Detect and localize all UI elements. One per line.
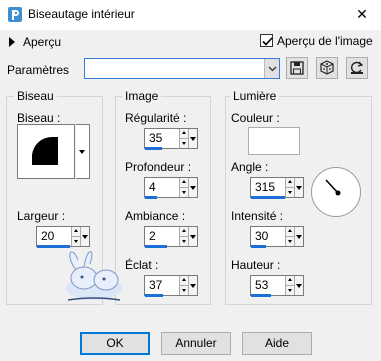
bevel-shape-label: Biseau : (17, 111, 61, 125)
decrement-arrow-icon[interactable] (286, 187, 294, 197)
increment-arrow-icon[interactable] (180, 276, 188, 285)
ambience-dropdown-icon[interactable] (188, 227, 197, 246)
increment-arrow-icon[interactable] (286, 178, 294, 187)
shine-dropdown-icon[interactable] (188, 276, 197, 295)
bevel-group-title: Biseau (14, 89, 57, 103)
ok-button[interactable]: OK (80, 332, 150, 355)
depth-value[interactable]: 4 (145, 178, 179, 197)
params-label: Paramètres (7, 63, 70, 77)
image-group-title: Image (122, 89, 162, 103)
ambience-stepper[interactable] (179, 227, 188, 246)
watermark-bunny-image (54, 240, 134, 308)
depth-spinbox[interactable]: 4 (144, 177, 198, 198)
image-preview-checkbox[interactable]: Aperçu de l'image (260, 34, 373, 48)
combo-dropdown-button[interactable] (264, 59, 279, 78)
increment-arrow-icon[interactable] (180, 178, 188, 187)
intensity-dropdown-icon[interactable] (294, 227, 303, 246)
decrement-arrow-icon[interactable] (286, 236, 294, 246)
shine-spinbox[interactable]: 37 (144, 275, 198, 296)
shine-slider-bar[interactable] (145, 294, 163, 297)
smoothness-slider-bar[interactable] (145, 147, 162, 150)
reset-icon (351, 61, 364, 74)
smoothness-spinbox[interactable]: 35 (144, 128, 198, 149)
expand-arrow-icon (9, 37, 15, 47)
chevron-down-icon (268, 66, 277, 72)
decrement-arrow-icon[interactable] (180, 285, 188, 295)
color-label: Couleur : (231, 111, 280, 125)
reset-button[interactable] (346, 57, 368, 79)
cancel-button[interactable]: Annuler (161, 332, 231, 355)
checkbox-label: Aperçu de l'image (277, 34, 373, 48)
presets-combo[interactable] (84, 58, 280, 79)
shine-stepper[interactable] (179, 276, 188, 295)
bevel-shape-preview[interactable] (17, 124, 75, 179)
decrement-arrow-icon[interactable] (286, 285, 294, 295)
elevation-slider-bar[interactable] (251, 294, 271, 297)
angle-dial-needle-icon (325, 179, 341, 196)
ambience-slider-bar[interactable] (145, 245, 167, 248)
dropdown-arrow-icon (79, 150, 85, 154)
depth-label: Profondeur : (125, 160, 192, 174)
smoothness-value[interactable]: 35 (145, 129, 179, 148)
bevel-quarter-circle-icon (32, 136, 58, 165)
ambience-spinbox[interactable]: 2 (144, 226, 198, 247)
shine-value[interactable]: 37 (145, 276, 179, 295)
window-title: Biseautage intérieur (28, 7, 135, 21)
increment-arrow-icon[interactable] (180, 129, 188, 138)
checkbox-box[interactable] (260, 34, 273, 47)
elevation-dropdown-icon[interactable] (294, 276, 303, 295)
random-dice-icon (320, 60, 334, 75)
preview-toggle-label: Aperçu (23, 35, 62, 49)
light-group-title: Lumière (230, 89, 280, 103)
ambience-label: Ambiance : (125, 209, 186, 223)
ambience-value[interactable]: 2 (145, 227, 179, 246)
angle-value[interactable]: 315 (251, 178, 285, 197)
intensity-label: Intensité : (231, 209, 284, 223)
elevation-label: Hauteur : (231, 258, 281, 272)
intensity-spinbox[interactable]: 30 (250, 226, 304, 247)
app-logo-icon (7, 6, 23, 23)
angle-stepper[interactable] (285, 178, 294, 197)
checkmark-icon (262, 37, 273, 46)
elevation-spinbox[interactable]: 53 (250, 275, 304, 296)
increment-arrow-icon[interactable] (72, 227, 80, 236)
intensity-value[interactable]: 30 (251, 227, 285, 246)
intensity-slider-bar[interactable] (251, 245, 266, 248)
smoothness-dropdown-icon[interactable] (188, 129, 197, 148)
save-preset-icon (290, 61, 304, 75)
angle-label: Angle : (231, 160, 269, 174)
decrement-arrow-icon[interactable] (180, 138, 188, 148)
help-button[interactable]: Aide (242, 332, 312, 355)
angle-dropdown-icon[interactable] (294, 178, 303, 197)
preview-toggle[interactable]: Aperçu (9, 35, 61, 49)
bevel-shape-dropdown[interactable] (76, 124, 90, 179)
increment-arrow-icon[interactable] (180, 227, 188, 236)
depth-stepper[interactable] (179, 178, 188, 197)
elevation-value[interactable]: 53 (251, 276, 285, 295)
decrement-arrow-icon[interactable] (180, 236, 188, 246)
angle-slider-bar[interactable] (251, 196, 285, 199)
random-button[interactable] (316, 57, 338, 79)
intensity-stepper[interactable] (285, 227, 294, 246)
smoothness-stepper[interactable] (179, 129, 188, 148)
increment-arrow-icon[interactable] (286, 276, 294, 285)
light-color-swatch[interactable] (248, 127, 300, 155)
close-button[interactable]: ✕ (351, 4, 373, 24)
angle-dial[interactable] (311, 167, 361, 217)
width-label: Largeur : (17, 209, 66, 223)
increment-arrow-icon[interactable] (286, 227, 294, 236)
depth-dropdown-icon[interactable] (188, 178, 197, 197)
smoothness-label: Régularité : (125, 111, 187, 125)
decrement-arrow-icon[interactable] (180, 187, 188, 197)
save-preset-button[interactable] (286, 57, 308, 79)
depth-slider-bar[interactable] (145, 196, 157, 199)
elevation-stepper[interactable] (285, 276, 294, 295)
angle-spinbox[interactable]: 315 (250, 177, 304, 198)
